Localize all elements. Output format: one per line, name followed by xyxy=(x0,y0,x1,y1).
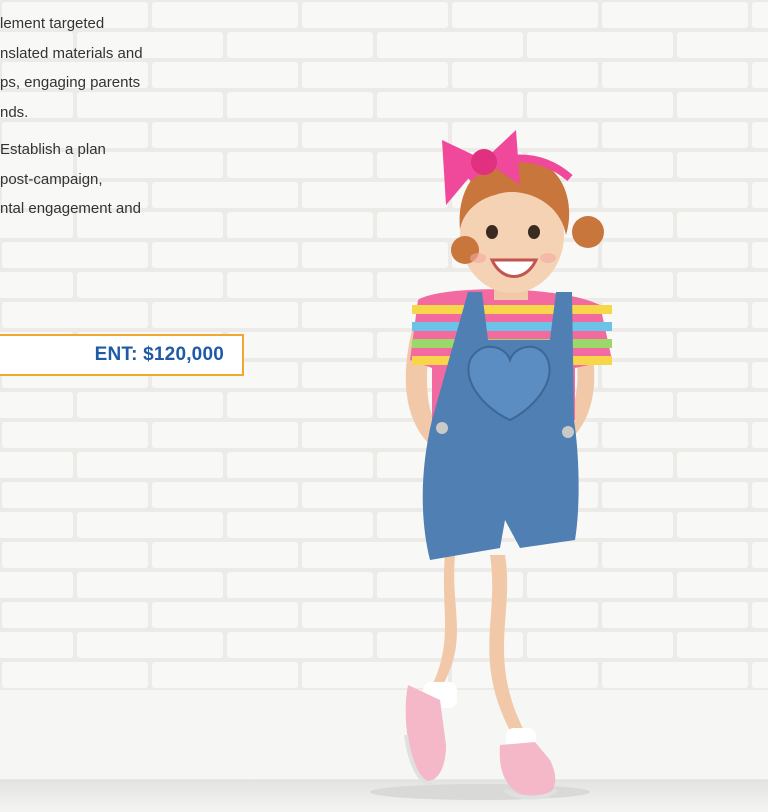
investment-amount: ENT: $120,000 xyxy=(94,344,224,365)
body-line: post-campaign, xyxy=(0,170,103,188)
body-line: nds. xyxy=(0,103,29,121)
investment-callout: ENT: $120,000 xyxy=(0,334,244,376)
body-text: lement targeted nslated materials and ps… xyxy=(0,12,230,227)
baseboard xyxy=(0,690,768,780)
body-line: nslated materials and xyxy=(0,44,143,62)
floor xyxy=(0,780,768,812)
body-line: Establish a plan xyxy=(0,141,106,158)
body-line: lement targeted xyxy=(0,15,105,32)
body-line: ps, engaging parents xyxy=(0,74,141,91)
body-line: ntal engagement and xyxy=(0,200,141,217)
